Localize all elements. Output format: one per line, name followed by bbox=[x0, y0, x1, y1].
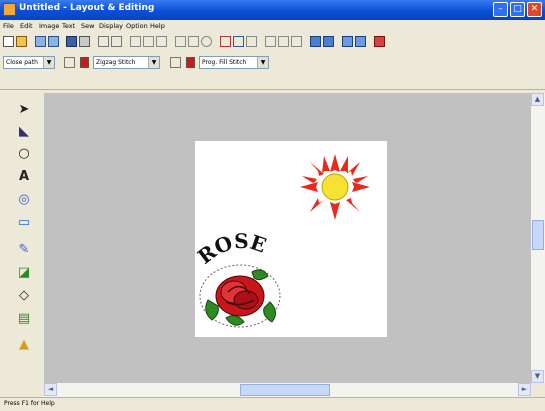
menu-option[interactable]: Option bbox=[126, 22, 148, 30]
menu-image[interactable]: Image bbox=[39, 22, 59, 30]
rose-motif[interactable] bbox=[198, 262, 284, 332]
tool-palette: ➤ ◣ ○ A ◎ ▭ ✎ ◪ ◇ ▤ ▲ bbox=[0, 92, 44, 384]
sew-order-icon[interactable] bbox=[310, 36, 321, 47]
region-sew-select[interactable]: Prog. Fill Stitch ▼ bbox=[199, 56, 269, 69]
region-sew-icon[interactable] bbox=[170, 57, 181, 68]
region-color-swatch[interactable] bbox=[186, 57, 195, 68]
shape-tool-icon[interactable]: ◎ bbox=[14, 190, 34, 209]
text-icon[interactable] bbox=[278, 36, 289, 47]
brush-tool-icon[interactable]: ✎ bbox=[14, 240, 34, 259]
line-color-swatch[interactable] bbox=[80, 57, 89, 68]
close-button[interactable]: ✕ bbox=[527, 2, 542, 17]
rotate-icon[interactable] bbox=[201, 36, 212, 47]
zoom-tool-icon[interactable]: ○ bbox=[14, 144, 34, 163]
fill-tool-icon[interactable]: ◪ bbox=[14, 263, 34, 282]
cut-icon[interactable] bbox=[130, 36, 141, 47]
select-arrow-icon[interactable]: ➤ bbox=[14, 100, 34, 119]
chevron-down-icon[interactable]: ▼ bbox=[148, 57, 159, 68]
horizontal-scroll-thumb[interactable] bbox=[240, 384, 330, 396]
minimize-button[interactable]: – bbox=[493, 2, 508, 17]
rose-petals bbox=[215, 275, 265, 317]
status-bar: Press F1 for Help bbox=[0, 397, 545, 411]
maximize-button[interactable]: □ bbox=[510, 2, 525, 17]
scroll-left-icon[interactable]: ◄ bbox=[44, 383, 57, 396]
layout-icon[interactable] bbox=[246, 36, 257, 47]
help-icon[interactable] bbox=[374, 36, 385, 47]
line-sew-value: Zigzag Stitch bbox=[96, 59, 136, 66]
copy-icon[interactable] bbox=[143, 36, 154, 47]
menu-sew[interactable]: Sew bbox=[81, 22, 94, 30]
fit-icon[interactable] bbox=[220, 36, 231, 47]
mirror-icon[interactable] bbox=[188, 36, 199, 47]
line-sew-select[interactable]: Zigzag Stitch ▼ bbox=[93, 56, 160, 69]
main-toolbar bbox=[0, 33, 545, 53]
export-icon[interactable] bbox=[48, 36, 59, 47]
menu-text[interactable]: Text bbox=[62, 22, 75, 30]
sun-center bbox=[321, 173, 349, 201]
stitch-icon[interactable] bbox=[265, 36, 276, 47]
stitch-tool-icon[interactable]: ▤ bbox=[14, 309, 34, 328]
print-icon[interactable] bbox=[79, 36, 90, 47]
status-text: Press F1 for Help bbox=[4, 400, 55, 407]
open-folder-icon[interactable] bbox=[16, 36, 27, 47]
grid-icon[interactable] bbox=[175, 36, 186, 47]
applique-tool-icon[interactable]: ▲ bbox=[14, 335, 34, 354]
redo-icon[interactable] bbox=[111, 36, 122, 47]
preview-icon[interactable] bbox=[323, 36, 334, 47]
menu-bar: File Edit Image Text Sew Display Option … bbox=[0, 20, 545, 33]
paste-icon[interactable] bbox=[156, 36, 167, 47]
line-sew-icon[interactable] bbox=[64, 57, 75, 68]
scroll-up-icon[interactable]: ▲ bbox=[531, 93, 544, 106]
region-sew-value: Prog. Fill Stitch bbox=[202, 59, 247, 66]
undo-icon[interactable] bbox=[98, 36, 109, 47]
window-title: Untitled - Layout & Editing bbox=[19, 3, 155, 13]
sew-type-select[interactable]: Close path ▼ bbox=[3, 56, 55, 69]
chevron-down-icon[interactable]: ▼ bbox=[43, 57, 54, 68]
zoom-icon[interactable] bbox=[233, 36, 244, 47]
vertical-scroll-thumb[interactable] bbox=[532, 220, 544, 250]
text-tool-icon[interactable]: A bbox=[14, 167, 34, 186]
design-property-icon[interactable] bbox=[355, 36, 366, 47]
menu-file[interactable]: File bbox=[3, 22, 14, 30]
sew-type-value: Close path bbox=[6, 59, 38, 66]
sun-motif[interactable] bbox=[298, 152, 372, 222]
menu-display[interactable]: Display bbox=[99, 22, 123, 30]
sewing-attributes-bar: Close path ▼ Zigzag Stitch ▼ Prog. Fill … bbox=[0, 53, 545, 90]
rectangle-tool-icon[interactable]: ▭ bbox=[14, 213, 34, 232]
scroll-right-icon[interactable]: ► bbox=[518, 383, 531, 396]
new-file-icon[interactable] bbox=[3, 36, 14, 47]
point-select-icon[interactable]: ◣ bbox=[14, 122, 34, 141]
title-bar: Untitled - Layout & Editing – □ ✕ bbox=[0, 0, 545, 20]
menu-help[interactable]: Help bbox=[150, 22, 165, 30]
chevron-down-icon[interactable]: ▼ bbox=[257, 57, 268, 68]
menu-edit[interactable]: Edit bbox=[20, 22, 33, 30]
save-icon[interactable] bbox=[66, 36, 77, 47]
scroll-down-icon[interactable]: ▼ bbox=[531, 370, 544, 383]
design-center-icon[interactable] bbox=[342, 36, 353, 47]
app-icon bbox=[3, 3, 16, 16]
align-icon[interactable] bbox=[291, 36, 302, 47]
eraser-tool-icon[interactable]: ◇ bbox=[14, 286, 34, 305]
import-icon[interactable] bbox=[35, 36, 46, 47]
